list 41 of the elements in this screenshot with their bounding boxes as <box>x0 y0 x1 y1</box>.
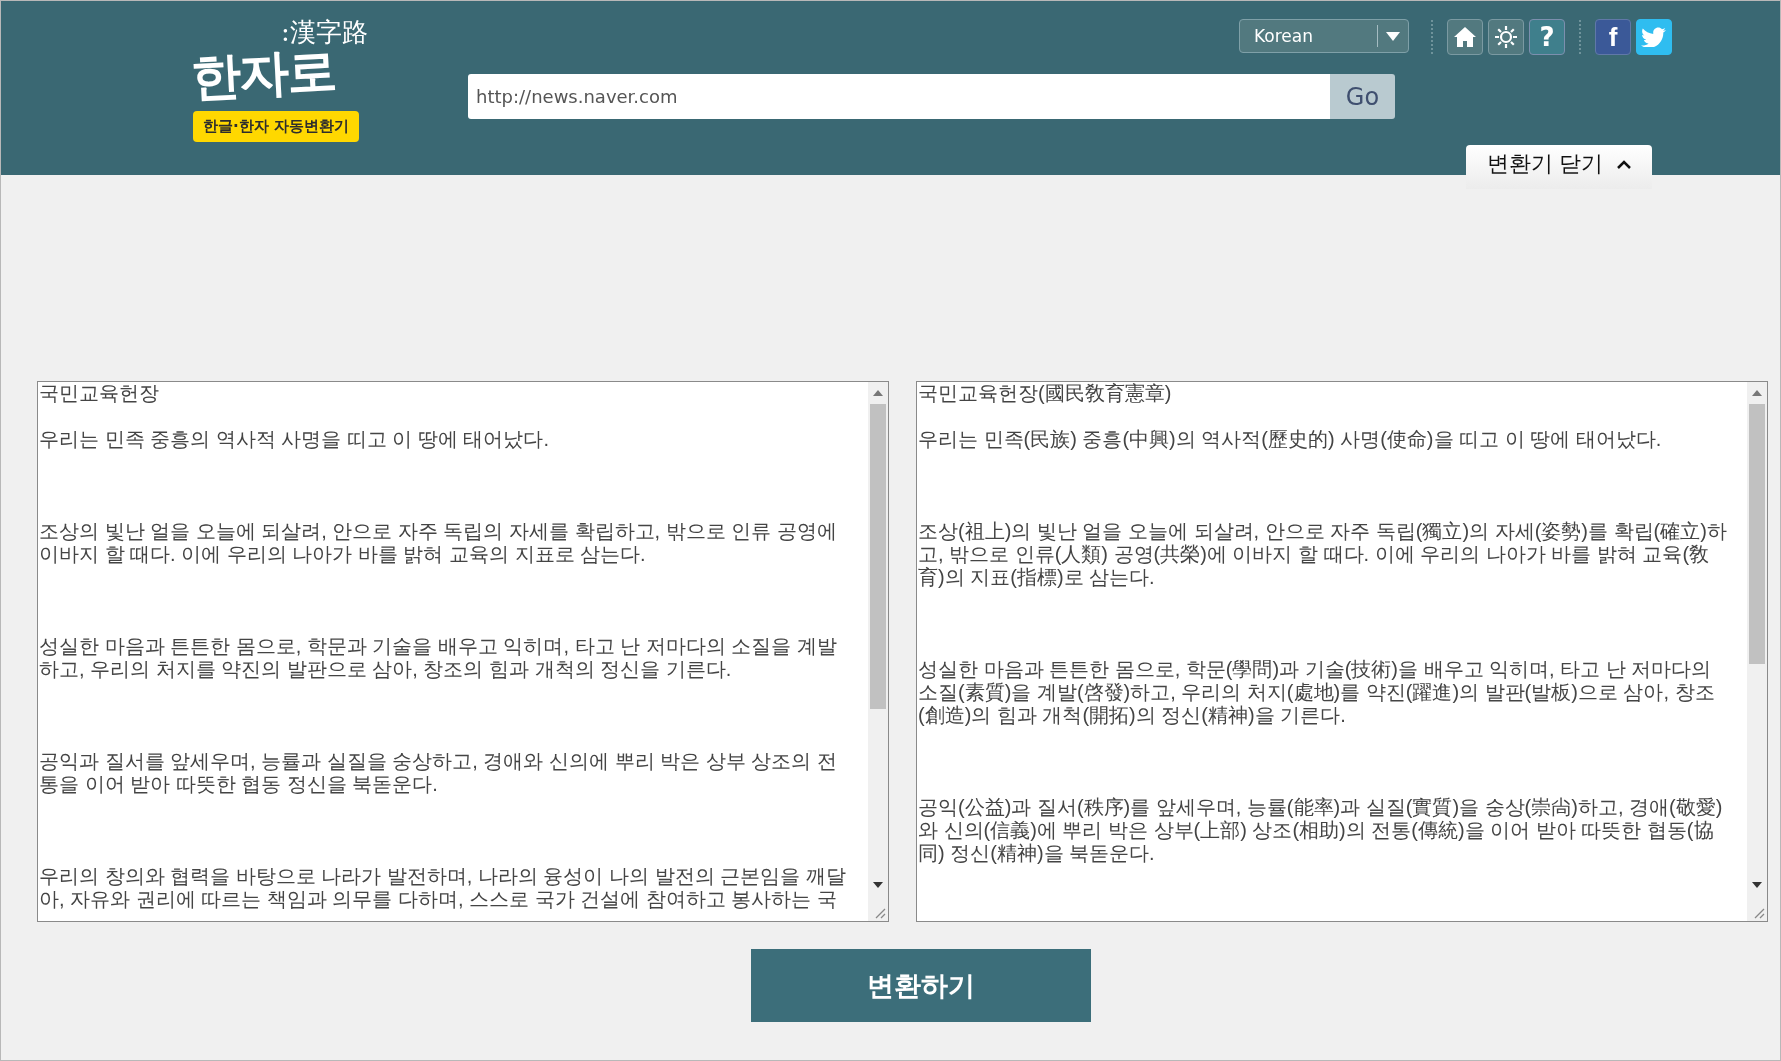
text-line: 우리의 창의와 협력을 바탕으로 나라가 발전하며, 나라의 융성이 나의 발전의 근본임을 깨달 <box>39 865 846 888</box>
collapse-tab[interactable]: 변환기 닫기 <box>1466 145 1652 189</box>
text-line: 성실한 마음과 튼튼한 몸으로, 학문(學問)과 기술(技術)을 배우고 익히며, 타고 난 저마다의 <box>918 658 1712 681</box>
convert-button[interactable]: 변환하기 <box>750 949 1091 1022</box>
dropdown-arrow-icon <box>1386 31 1400 41</box>
text-line: 하고, 우리의 처지를 약진의 발판으로 삼아, 창조의 힘과 개척의 정신을 기른다. <box>39 658 732 681</box>
text-line: 고, 밖으로 인류(人類) 공영(共榮)에 이바지 할 때다. 이에 우리의 나아가 바를 밝혀 교육(敎 <box>918 543 1710 566</box>
text-line: 이바지 할 때다. 이에 우리의 나아가 바를 밝혀 교육의 지표로 삼는다. <box>39 543 646 566</box>
text-line: 통을 이어 받아 따뜻한 협동 정신을 북돋운다. <box>39 773 438 796</box>
text-line: 우리는 민족 중흥의 역사적 사명을 띠고 이 땅에 태어났다. <box>39 428 549 451</box>
text-line: 우리는 민족(民族) 중흥(中興)의 역사적(歷史的) 사명(使命)을 띠고 이 땅에 태어났다. <box>918 428 1662 451</box>
text-line: 국민교육헌장(國民敎育憲章) <box>918 382 1172 405</box>
go-button[interactable]: Go <box>1330 74 1395 119</box>
input-text-area[interactable] <box>37 381 889 922</box>
settings-button[interactable] <box>1488 19 1524 55</box>
resize-grip-icon[interactable] <box>1753 907 1765 919</box>
text-line: 아, 자유와 권리에 따르는 책임과 의무를 다하며, 스스로 국가 건설에 참여하고 봉사하는 국 <box>39 888 837 911</box>
tagline-badge: 한글·한자 자동변환기 <box>193 111 359 142</box>
twitter-button[interactable] <box>1636 19 1672 55</box>
text-line: 공익(公益)과 질서(秩序)를 앞세우며, 능률(能率)과 실질(實質)을 숭상(崇尙)하고, 경애(敬愛) <box>918 796 1723 819</box>
text-line: 와 신의(信義)에 뿌리 박은 상부(上部) 상조(相助)의 전통(傳統)을 이어 받아 따뜻한 협동(協 <box>918 819 1714 842</box>
home-button[interactable] <box>1447 19 1483 55</box>
text-line: 同) 정신(精神)을 북돋운다. <box>918 842 1155 865</box>
resize-grip-icon[interactable] <box>874 907 886 919</box>
text-line: 성실한 마음과 튼튼한 몸으로, 학문과 기술을 배우고 익히며, 타고 난 저마다의 소질을 계발 <box>39 635 837 658</box>
text-line: 育)의 지표(指標)로 삼는다. <box>918 566 1155 589</box>
text-line: 소질(素質)을 계발(啓發)하고, 우리의 처지(處地)를 약진(躍進)의 발판(발板)으로 삼아, 창조 <box>918 681 1715 704</box>
logo-hanja: :漢字路 <box>281 16 368 49</box>
language-select[interactable]: Korean <box>1239 19 1409 53</box>
facebook-button[interactable]: f <box>1595 19 1631 55</box>
bird-icon <box>1641 27 1667 47</box>
text-line: 조상의 빛난 얼을 오늘에 되살려, 안으로 자주 독립의 자세를 확립하고, 밖으로 인류 공영에 <box>39 520 837 543</box>
output-text-area[interactable] <box>916 381 1768 922</box>
home-icon <box>1453 26 1477 48</box>
text-line: 조상(祖上)의 빛난 얼을 오늘에 되살려, 안으로 자주 독립(獨立)의 자세(姿勢)를 확립(確立)하 <box>918 520 1727 543</box>
url-field[interactable]: http://news.naver.com <box>468 74 1330 119</box>
text-line: 공익과 질서를 앞세우며, 능률과 실질을 숭상하고, 경애와 신의에 뿌리 박은 상부 상조의 전 <box>39 750 837 773</box>
text-line: 국민교육헌장 <box>39 382 159 405</box>
text-line: (創造)의 힘과 개척(開拓)의 정신(精神)을 기른다. <box>918 704 1346 727</box>
settings-icon <box>1494 25 1518 49</box>
help-button[interactable]: ? <box>1529 19 1565 55</box>
